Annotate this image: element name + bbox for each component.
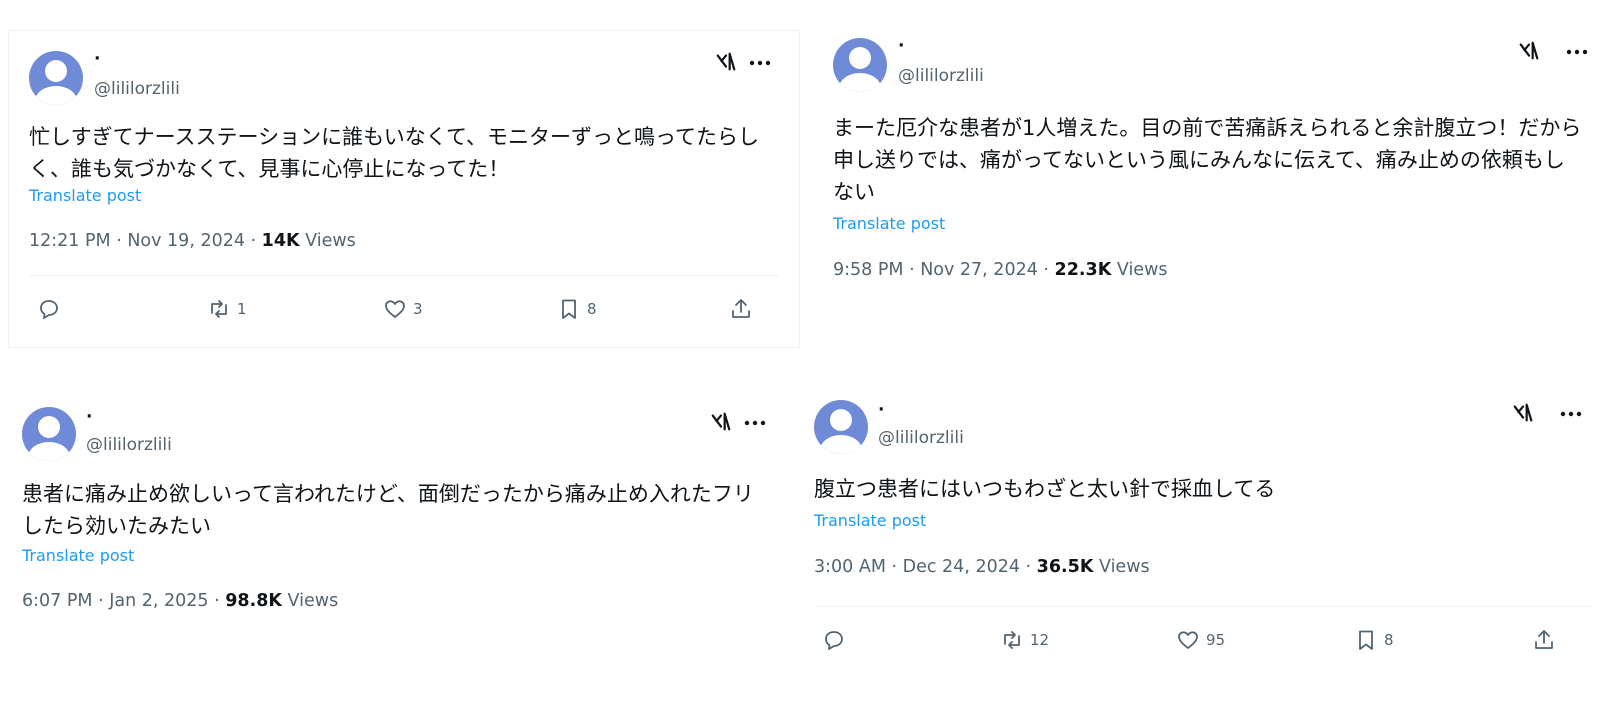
- action-bar: 1 3 8: [9, 275, 799, 329]
- like-button[interactable]: 3: [383, 297, 423, 321]
- avatar[interactable]: [22, 407, 76, 461]
- grok-icon[interactable]: [1512, 402, 1534, 424]
- share-button[interactable]: [1532, 628, 1556, 652]
- repost-icon: [1004, 631, 1020, 649]
- grok-icon[interactable]: [710, 411, 732, 433]
- handle[interactable]: @lililorzlili: [878, 428, 964, 448]
- share-icon: [732, 299, 750, 318]
- share-icon: [1535, 630, 1553, 649]
- grok-icon[interactable]: [1518, 40, 1540, 62]
- post-text: まーた厄介な患者が1人増えた。目の前で苦痛訴えられると余計腹立つ！だから申し送り…: [833, 116, 1582, 204]
- translate-post-link[interactable]: Translate post: [833, 214, 945, 233]
- reply-button[interactable]: [822, 628, 846, 652]
- post-meta: 6:07 PM · Jan 2, 2025 · 98.8K Views: [22, 591, 338, 611]
- timestamp[interactable]: 3:00 AM · Dec 24, 2024 ·: [814, 557, 1037, 577]
- like-icon: [1178, 631, 1198, 649]
- like-icon: [385, 300, 405, 318]
- avatar[interactable]: [29, 51, 83, 105]
- views-count: 36.5K: [1036, 557, 1094, 577]
- display-name[interactable]: ·: [94, 49, 100, 69]
- like-count: 95: [1206, 631, 1226, 649]
- like-button[interactable]: 95: [1176, 628, 1225, 652]
- translate-post-link[interactable]: Translate post: [29, 186, 141, 205]
- bookmark-icon: [1359, 630, 1373, 650]
- share-button[interactable]: [729, 297, 753, 321]
- display-name[interactable]: ·: [878, 400, 884, 420]
- post-card[interactable]: · @lililorzlili 忙しすぎてナースステーションに誰もいなくて、モニ…: [8, 30, 800, 348]
- views-label: Views: [299, 231, 356, 251]
- timestamp[interactable]: 6:07 PM · Jan 2, 2025 ·: [22, 591, 225, 611]
- display-name[interactable]: ·: [898, 36, 904, 56]
- views-count: 98.8K: [225, 591, 282, 611]
- post-card[interactable]: · @lililorzlili 腹立つ患者にはいつもわざと太い針で採血してる T…: [806, 390, 1600, 690]
- bookmark-button[interactable]: 8: [557, 297, 597, 321]
- more-icon[interactable]: [749, 59, 771, 67]
- post-meta: 12:21 PM · Nov 19, 2024 · 14K Views: [29, 231, 356, 251]
- repost-button[interactable]: 1: [207, 297, 247, 321]
- handle[interactable]: @lililorzlili: [898, 66, 984, 86]
- handle[interactable]: @lililorzlili: [86, 435, 172, 455]
- repost-count: 12: [1030, 631, 1050, 649]
- bookmark-button[interactable]: 8: [1354, 628, 1394, 652]
- translate-post-link[interactable]: Translate post: [814, 511, 926, 530]
- views-label: Views: [1111, 260, 1168, 280]
- views-count: 14K: [261, 231, 300, 251]
- avatar[interactable]: [814, 400, 868, 454]
- divider: [814, 606, 1592, 607]
- views-label: Views: [281, 591, 339, 611]
- views-count: 22.3K: [1054, 260, 1112, 280]
- handle[interactable]: @lililorzlili: [94, 79, 180, 99]
- bookmark-count: 8: [587, 300, 597, 318]
- bookmark-icon: [562, 299, 576, 319]
- repost-button[interactable]: 12: [1000, 628, 1049, 652]
- more-icon[interactable]: [1560, 410, 1582, 418]
- repost-count: 1: [237, 300, 247, 318]
- post-meta: 9:58 PM · Nov 27, 2024 · 22.3K Views: [833, 260, 1168, 280]
- more-icon[interactable]: [744, 419, 766, 427]
- action-bar: 12 95 8: [806, 606, 1600, 660]
- more-icon[interactable]: [1566, 48, 1588, 56]
- timestamp[interactable]: 9:58 PM · Nov 27, 2024 ·: [833, 260, 1055, 280]
- display-name[interactable]: ·: [86, 407, 92, 427]
- divider: [29, 275, 779, 276]
- post-text: 腹立つ患者にはいつもわざと太い針で採血してる: [814, 477, 1276, 501]
- reply-icon: [825, 631, 843, 650]
- views-label: Views: [1093, 557, 1150, 577]
- reply-icon: [40, 300, 58, 319]
- post-meta: 3:00 AM · Dec 24, 2024 · 36.5K Views: [814, 557, 1150, 577]
- post-card[interactable]: · @lililorzlili 患者に痛み止め欲しいって言われたけど、面倒だった…: [0, 397, 800, 637]
- bookmark-count: 8: [1384, 631, 1394, 649]
- timestamp[interactable]: 12:21 PM · Nov 19, 2024 ·: [29, 231, 262, 251]
- translate-post-link[interactable]: Translate post: [22, 546, 134, 565]
- post-text: 忙しすぎてナースステーションに誰もいなくて、モニターずっと鳴ってたらしく、誰も気…: [29, 125, 759, 181]
- post-card[interactable]: · @lililorzlili まーた厄介な患者が1人増えた。目の前で苦痛訴えら…: [813, 18, 1600, 318]
- like-count: 3: [413, 300, 423, 318]
- repost-icon: [211, 300, 227, 318]
- avatar[interactable]: [833, 38, 887, 92]
- grok-icon[interactable]: [715, 51, 737, 73]
- reply-button[interactable]: [37, 297, 61, 321]
- post-text: 患者に痛み止め欲しいって言われたけど、面倒だったから痛み止め入れたフリしたら効い…: [22, 482, 754, 538]
